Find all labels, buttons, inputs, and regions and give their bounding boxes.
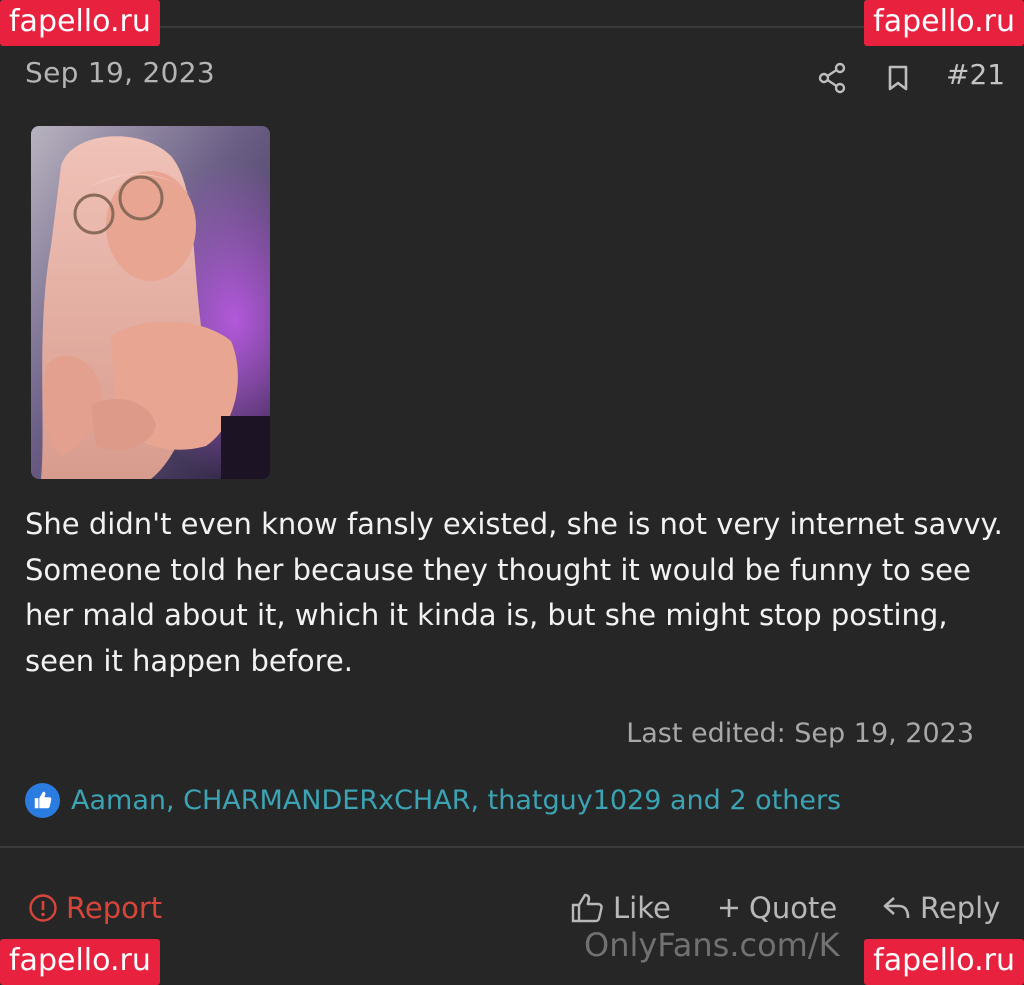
attached-photo[interactable] (31, 126, 270, 479)
bottom-divider (0, 846, 1024, 848)
onlyfans-watermark: OnlyFans.com/K (584, 926, 840, 964)
reactors-link[interactable]: Aaman, CHARMANDERxCHAR, thatguy1029 and … (71, 785, 841, 816)
reply-button[interactable]: Reply (882, 888, 1000, 928)
reactions-bar[interactable]: Aaman, CHARMANDERxCHAR, thatguy1029 and … (25, 782, 841, 818)
quote-button[interactable]: Quote (717, 888, 837, 928)
reply-arrow-icon (882, 894, 912, 922)
watermark-badge-bottom-right: fapello.ru (864, 939, 1024, 985)
last-edited[interactable]: Last edited: Sep 19, 2023 (626, 718, 974, 749)
plus-icon (717, 896, 741, 920)
reply-label: Reply (920, 891, 1001, 925)
report-button[interactable]: Report (28, 888, 162, 928)
post-number-link[interactable]: #21 (946, 58, 1005, 91)
watermark-badge-bottom-left: fapello.ru (0, 939, 160, 985)
like-label: Like (613, 891, 671, 925)
thumbs-up-reaction-icon (25, 782, 60, 818)
report-label: Report (66, 891, 163, 925)
alert-circle-icon (28, 893, 58, 923)
post-message: She didn't even know fansly existed, she… (25, 507, 1003, 678)
watermark-badge-top-right: fapello.ru (864, 0, 1024, 46)
bookmark-icon[interactable] (886, 62, 910, 94)
like-button[interactable]: Like (571, 888, 671, 928)
quote-label: Quote (749, 891, 838, 925)
thumbs-up-icon (571, 892, 605, 924)
watermark-badge-top-left: fapello.ru (0, 0, 160, 46)
share-icon[interactable] (818, 62, 846, 94)
post-date[interactable]: Sep 19, 2023 (25, 56, 215, 89)
